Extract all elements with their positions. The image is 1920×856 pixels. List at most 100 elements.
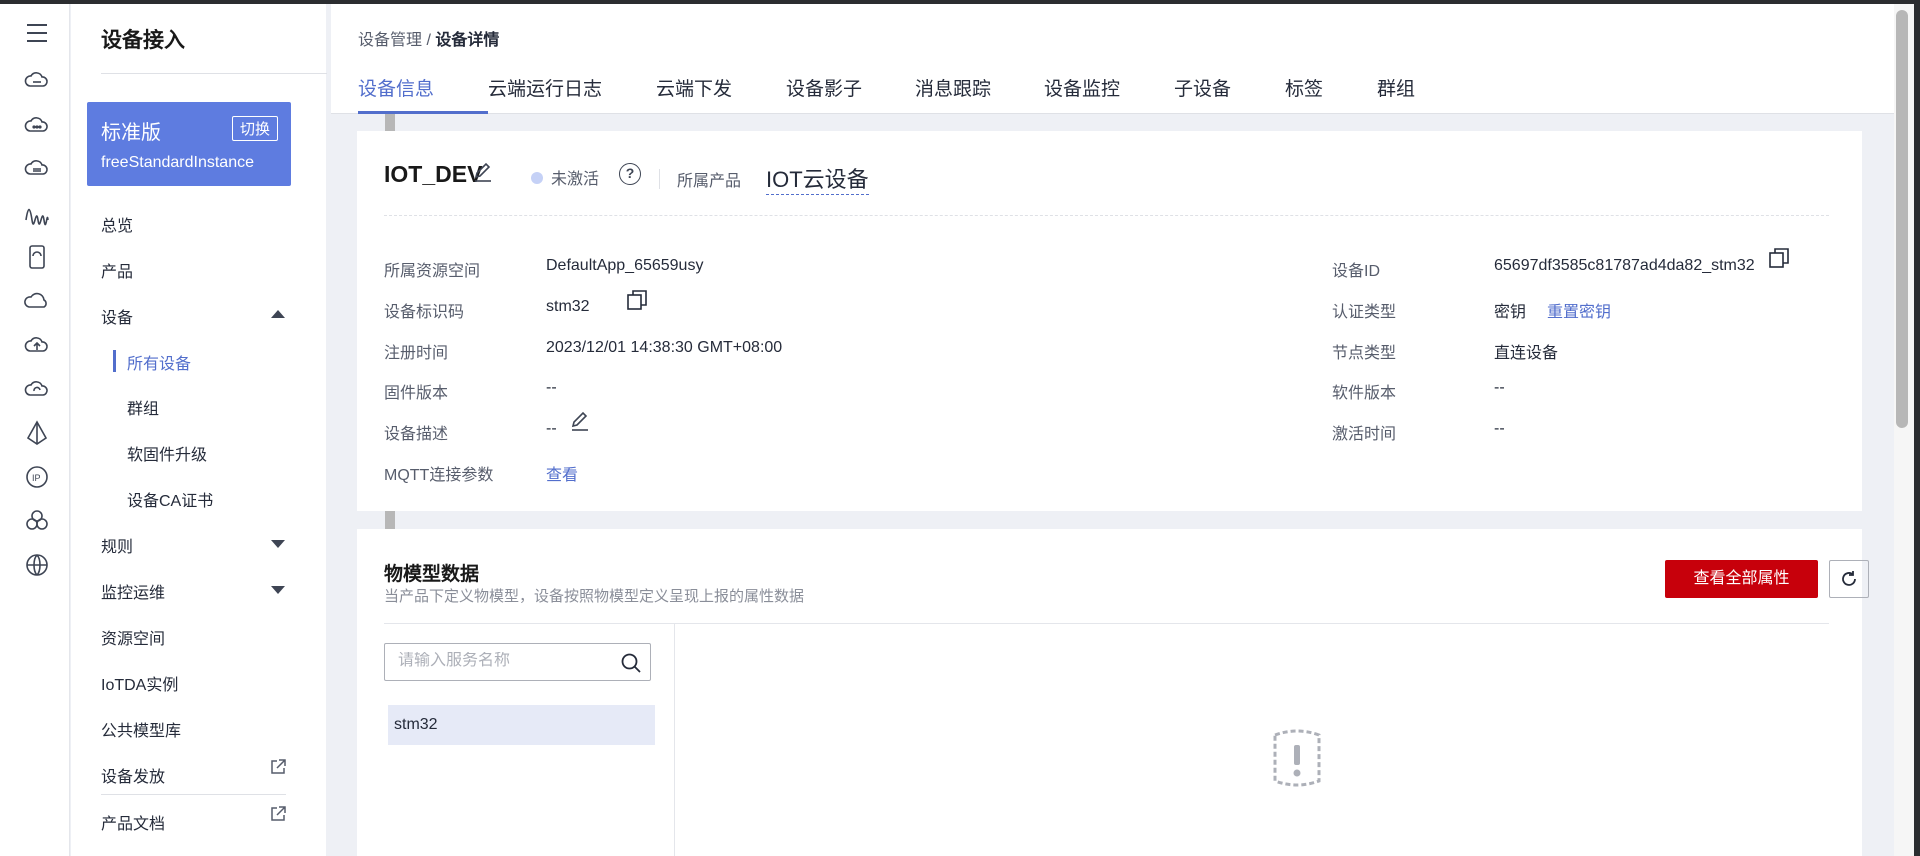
firmware-version-value: -- xyxy=(546,379,557,396)
window-right-border xyxy=(1914,0,1920,856)
register-time-value: 2023/12/01 14:38:30 GMT+08:00 xyxy=(546,339,783,356)
view-all-properties-button[interactable]: 查看全部属性 xyxy=(1665,560,1818,598)
sidebar-item-groups[interactable]: 群组 xyxy=(127,395,159,419)
sidebar-item-iotda-instance[interactable]: IoTDA实例 xyxy=(101,671,178,695)
sidebar-item-public-models[interactable]: 公共模型库 xyxy=(101,717,181,741)
cloud-outline-icon[interactable] xyxy=(22,286,52,316)
sidebar-item-device-provisioning[interactable]: 设备发放 xyxy=(101,763,165,787)
sidebar-item-monitoring[interactable]: 监控运维 xyxy=(101,579,165,603)
instance-name: freeStandardInstance xyxy=(101,154,254,171)
edition-card: 标准版 切换 freeStandardInstance xyxy=(87,102,291,186)
prism-icon[interactable] xyxy=(22,418,52,448)
menu-icon[interactable] xyxy=(22,18,52,48)
tab-device-info[interactable]: 设备信息 xyxy=(358,74,488,114)
node-type-label: 节点类型 xyxy=(1332,345,1397,362)
firmware-version-label: 固件版本 xyxy=(384,385,449,402)
tab-message-trace[interactable]: 消息跟踪 xyxy=(915,74,1044,114)
model-data-subtitle: 当产品下定义物模型，设备按照物模型定义呈现上报的属性数据 xyxy=(384,588,805,605)
page-header: 设备管理 / 设备详情 设备信息 云端运行日志 云端下发 设备影子 消息跟踪 设… xyxy=(331,4,1896,114)
cloud-server-icon[interactable] xyxy=(22,66,52,96)
view-mqtt-link[interactable]: 查看 xyxy=(546,461,578,485)
cloud-link-icon[interactable] xyxy=(22,154,52,184)
node-id-value: stm32 xyxy=(546,298,590,315)
product-link[interactable]: IOT云设备 xyxy=(766,162,869,195)
sidebar-item-overview[interactable]: 总览 xyxy=(101,212,133,236)
sidebar: 设备接入 标准版 切换 freeStandardInstance 总览 产品 设… xyxy=(71,4,396,856)
chevron-down-icon[interactable] xyxy=(271,586,285,594)
divider xyxy=(101,794,286,795)
tab-cloud-logs[interactable]: 云端运行日志 xyxy=(488,74,656,114)
sidebar-item-resource-space[interactable]: 资源空间 xyxy=(101,625,165,649)
device-name: IOT_DEV xyxy=(384,161,483,187)
ip-icon[interactable]: IP xyxy=(22,462,52,492)
chevron-up-icon[interactable] xyxy=(271,310,285,318)
breadcrumb-parent[interactable]: 设备管理 xyxy=(358,32,422,49)
search-icon[interactable] xyxy=(620,652,642,674)
service-list-item[interactable]: stm32 xyxy=(388,705,655,745)
copy-icon[interactable] xyxy=(1768,247,1790,269)
sidebar-item-all-devices[interactable]: 所有设备 xyxy=(127,350,191,374)
activation-time-value: -- xyxy=(1494,420,1505,437)
sidebar-item-ca-certificate[interactable]: 设备CA证书 xyxy=(127,487,213,511)
external-link-icon[interactable] xyxy=(269,805,287,823)
breadcrumb: 设备管理 / 设备详情 xyxy=(358,26,499,50)
description-value: -- xyxy=(546,420,557,437)
cluster-icon[interactable] xyxy=(22,506,52,536)
globe-icon[interactable] xyxy=(22,550,52,580)
description-label: 设备描述 xyxy=(384,426,449,443)
device-id-label: 设备ID xyxy=(1332,263,1381,280)
chevron-down-icon[interactable] xyxy=(271,540,285,548)
auth-type-value: 密钥 xyxy=(1494,304,1527,321)
divider xyxy=(674,624,675,856)
edition-name: 标准版 xyxy=(101,122,161,144)
sidebar-item-products[interactable]: 产品 xyxy=(101,258,133,282)
sidebar-item-firmware-upgrade[interactable]: 软固件升级 xyxy=(127,441,207,465)
divider xyxy=(384,623,1829,624)
resource-space-value: DefaultApp_65659usy xyxy=(546,257,704,274)
tab-bar: 设备信息 云端运行日志 云端下发 设备影子 消息跟踪 设备监控 子设备 标签 群… xyxy=(358,74,1437,114)
status-badge: 未激活 xyxy=(551,171,600,188)
tab-device-monitoring[interactable]: 设备监控 xyxy=(1044,74,1174,114)
auth-type-label: 认证类型 xyxy=(1332,304,1397,321)
help-icon[interactable]: ? xyxy=(619,163,641,185)
waveform-icon[interactable] xyxy=(22,198,52,228)
cloud-upload-icon[interactable] xyxy=(22,330,52,360)
sidebar-item-rules[interactable]: 规则 xyxy=(101,533,133,557)
reset-secret-link[interactable]: 重置密钥 xyxy=(1547,298,1611,322)
tab-tags[interactable]: 标签 xyxy=(1285,74,1377,114)
node-id-label: 设备标识码 xyxy=(384,304,465,321)
cloud-sync-icon[interactable] xyxy=(22,374,52,404)
tab-device-shadow[interactable]: 设备影子 xyxy=(786,74,915,114)
empty-state-icon xyxy=(1257,719,1337,799)
sidebar-item-product-docs[interactable]: 产品文档 xyxy=(101,810,165,834)
active-indicator xyxy=(113,350,116,372)
sidebar-item-devices[interactable]: 设备 xyxy=(101,304,133,328)
product-label: 所属产品 xyxy=(677,173,742,190)
device-id-value: 65697df3585c81787ad4da82_stm32 xyxy=(1494,257,1755,274)
service-search xyxy=(384,643,651,681)
device-info-card: IOT_DEV 未激活 ? 所属产品 IOT云设备 所属资源空间 Default… xyxy=(357,131,1862,511)
status-dot xyxy=(531,172,543,184)
node-type-value: 直连设备 xyxy=(1494,345,1559,362)
activation-time-label: 激活时间 xyxy=(1332,426,1397,443)
svg-text:IP: IP xyxy=(32,473,41,483)
cloud-icon[interactable] xyxy=(22,110,52,140)
copy-icon[interactable] xyxy=(626,289,648,311)
main-content: 设备管理 / 设备详情 设备信息 云端运行日志 云端下发 设备影子 消息跟踪 设… xyxy=(331,4,1896,856)
refresh-button[interactable] xyxy=(1829,560,1869,598)
tab-cloud-commands[interactable]: 云端下发 xyxy=(656,74,786,114)
icon-rail: IP xyxy=(0,4,70,856)
external-link-icon[interactable] xyxy=(269,758,287,776)
tab-sub-devices[interactable]: 子设备 xyxy=(1174,74,1285,114)
divider xyxy=(101,73,327,74)
breadcrumb-separator: / xyxy=(422,32,436,49)
main-scrollbar[interactable] xyxy=(1896,10,1908,428)
service-search-input[interactable] xyxy=(398,652,608,670)
tab-groups[interactable]: 群组 xyxy=(1377,74,1437,114)
switch-edition-button[interactable]: 切换 xyxy=(231,116,278,141)
refresh-icon xyxy=(1842,571,1856,586)
edit-name-icon[interactable] xyxy=(472,161,494,183)
divider xyxy=(384,215,1829,216)
phone-icon[interactable] xyxy=(22,242,52,272)
edit-description-icon[interactable] xyxy=(569,410,591,432)
